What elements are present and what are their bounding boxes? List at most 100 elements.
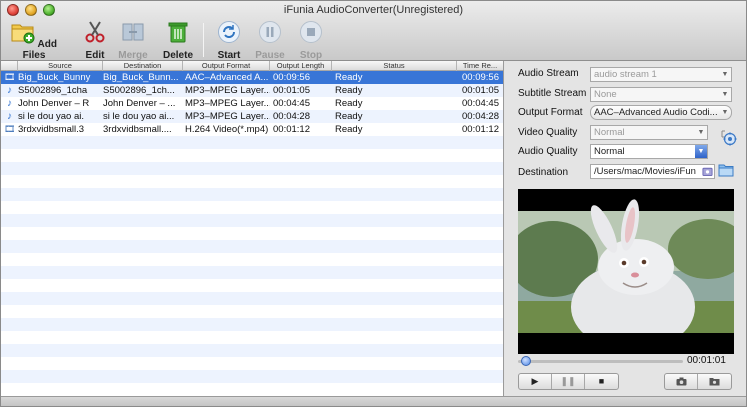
- trash-icon: [168, 22, 188, 43]
- play-icon: ▶: [531, 376, 539, 386]
- empty-row: [1, 305, 503, 318]
- cell-source: 3rdxvidbsmall.3: [18, 124, 84, 135]
- column-header-time-remaining[interactable]: Time Re...: [457, 61, 503, 71]
- snapshot-button[interactable]: [665, 374, 698, 389]
- settings-panel: Audio Stream audio stream 1 ▼ Subtitle S…: [505, 61, 746, 396]
- cell-output-format: AAC–Advanced A...: [185, 72, 269, 83]
- table-row[interactable]: ♪ si le dou yao ai. si le dou yao ai... MP3…: [1, 110, 503, 123]
- pause-label: Pause: [255, 50, 285, 61]
- column-header-status[interactable]: Status: [332, 61, 457, 71]
- column-header-icon: [1, 61, 18, 71]
- toolbar: Add Files Edit Merge Delete Start Pause …: [1, 19, 746, 61]
- subtitle-stream-select[interactable]: None ▼: [590, 87, 732, 102]
- table-row[interactable]: ♪ S5002896_1cha S5002896_1ch... MP3–MPEG La…: [1, 84, 503, 97]
- cell-time-remaining: 00:01:05: [462, 85, 499, 96]
- merge-icon: [122, 23, 144, 41]
- audio-quality-label: Audio Quality: [518, 146, 578, 157]
- playback-slider-handle[interactable]: [521, 356, 532, 366]
- table-header: Source Destination Output Format Output …: [1, 61, 503, 71]
- cell-destination: 3rdxvidbsmall....: [103, 124, 172, 135]
- output-format-value: AAC–Advanced Audio Codi...: [594, 107, 718, 118]
- column-header-output-format[interactable]: Output Format: [183, 61, 270, 71]
- cell-output-format: MP3–MPEG Layer...: [185, 111, 270, 122]
- stop-playback-button[interactable]: ■: [585, 374, 618, 389]
- status-bar: [1, 396, 746, 406]
- empty-row: [1, 227, 503, 240]
- cell-status: Ready: [335, 111, 363, 122]
- empty-row: [1, 344, 503, 357]
- empty-row: [1, 214, 503, 227]
- table-row[interactable]: ♪ John Denver – R John Denver – ... MP3–MPE…: [1, 97, 503, 110]
- output-format-label: Output Format: [518, 107, 583, 118]
- empty-row: [1, 357, 503, 370]
- video-quality-select[interactable]: Normal ▼: [590, 125, 708, 140]
- destination-label: Destination: [518, 167, 569, 178]
- snapshot-controls: [664, 373, 732, 390]
- empty-row: [1, 149, 503, 162]
- stop-icon: ■: [598, 376, 605, 386]
- cell-output-length: 00:09:56: [273, 72, 310, 83]
- cell-output-length: 00:01:05: [273, 85, 310, 96]
- pause-icon: ❚❚: [560, 376, 576, 386]
- gear-icon[interactable]: [719, 129, 737, 147]
- pause-icon: [259, 21, 281, 43]
- destination-field[interactable]: /Users/mac/Movies/iFun: [590, 164, 715, 179]
- column-header-destination[interactable]: Destination: [103, 61, 183, 71]
- add-files-button[interactable]: Add Files: [11, 19, 57, 61]
- snapshot-folder-button[interactable]: [698, 374, 731, 389]
- music-note-icon: ♪: [7, 85, 12, 96]
- playback-timecode: 00:01:01: [687, 355, 726, 366]
- merge-label: Merge: [118, 50, 148, 61]
- open-location-icon[interactable]: [702, 165, 713, 177]
- cell-time-remaining: 00:04:45: [462, 98, 499, 109]
- merge-button[interactable]: Merge: [115, 19, 151, 61]
- playback-slider-track[interactable]: [518, 360, 683, 363]
- column-header-output-length[interactable]: Output Length: [270, 61, 332, 71]
- column-header-source[interactable]: Source: [18, 61, 103, 71]
- cell-output-length: 00:01:12: [273, 124, 310, 135]
- cell-time-remaining: 00:01:12: [462, 124, 499, 135]
- film-icon: 🎞: [4, 72, 16, 82]
- empty-row: [1, 201, 503, 214]
- empty-row: [1, 162, 503, 175]
- subtitle-stream-value: None: [594, 89, 617, 100]
- chevron-down-icon: ▼: [695, 145, 707, 158]
- video-quality-value: Normal: [594, 127, 625, 138]
- chevron-down-icon: ▼: [721, 109, 729, 116]
- empty-row: [1, 188, 503, 201]
- cell-time-remaining: 00:09:56: [462, 72, 499, 83]
- table-row[interactable]: 🎞 Big_Buck_Bunny Big_Buck_Bunn... AAC–Advan…: [1, 71, 503, 84]
- folder-icon[interactable]: [718, 163, 734, 177]
- cell-output-length: 00:04:45: [273, 98, 310, 109]
- chevron-down-icon: ▼: [697, 129, 705, 136]
- file-list[interactable]: Source Destination Output Format Output …: [1, 61, 504, 396]
- start-button[interactable]: Start: [213, 19, 245, 61]
- empty-row: [1, 383, 503, 396]
- pause-playback-button[interactable]: ❚❚: [552, 374, 585, 389]
- video-quality-label: Video Quality: [518, 127, 578, 138]
- output-format-select[interactable]: AAC–Advanced Audio Codi... ▼: [590, 105, 732, 120]
- audio-quality-select[interactable]: Normal ▼: [590, 144, 708, 159]
- cell-output-format: MP3–MPEG Layer...: [185, 98, 270, 109]
- edit-button[interactable]: Edit: [80, 19, 110, 61]
- window-title: iFunia AudioConverter(Unregistered): [283, 4, 464, 16]
- empty-row: [1, 292, 503, 305]
- app-window: iFunia AudioConverter(Unregistered) Add …: [0, 0, 747, 407]
- stop-button[interactable]: Stop: [295, 19, 327, 61]
- table-row[interactable]: 🎞 3rdxvidbsmall.3 3rdxvidbsmall.... H.264 V…: [1, 123, 503, 136]
- empty-row: [1, 240, 503, 253]
- play-button[interactable]: ▶: [519, 374, 552, 389]
- delete-button[interactable]: Delete: [160, 19, 196, 61]
- chevron-down-icon: ▼: [721, 91, 729, 98]
- music-note-icon: ♪: [7, 98, 12, 109]
- toolbar-separator: [203, 23, 204, 57]
- destination-value: /Users/mac/Movies/iFun: [594, 166, 696, 177]
- pause-button[interactable]: Pause: [254, 19, 286, 61]
- cell-destination: John Denver – ...: [103, 98, 176, 109]
- cell-source: S5002896_1cha: [18, 85, 88, 96]
- audio-stream-select[interactable]: audio stream 1 ▼: [590, 67, 732, 82]
- empty-row: [1, 253, 503, 266]
- music-note-icon: ♪: [7, 111, 12, 122]
- edit-label: Edit: [85, 50, 105, 61]
- empty-row: [1, 370, 503, 383]
